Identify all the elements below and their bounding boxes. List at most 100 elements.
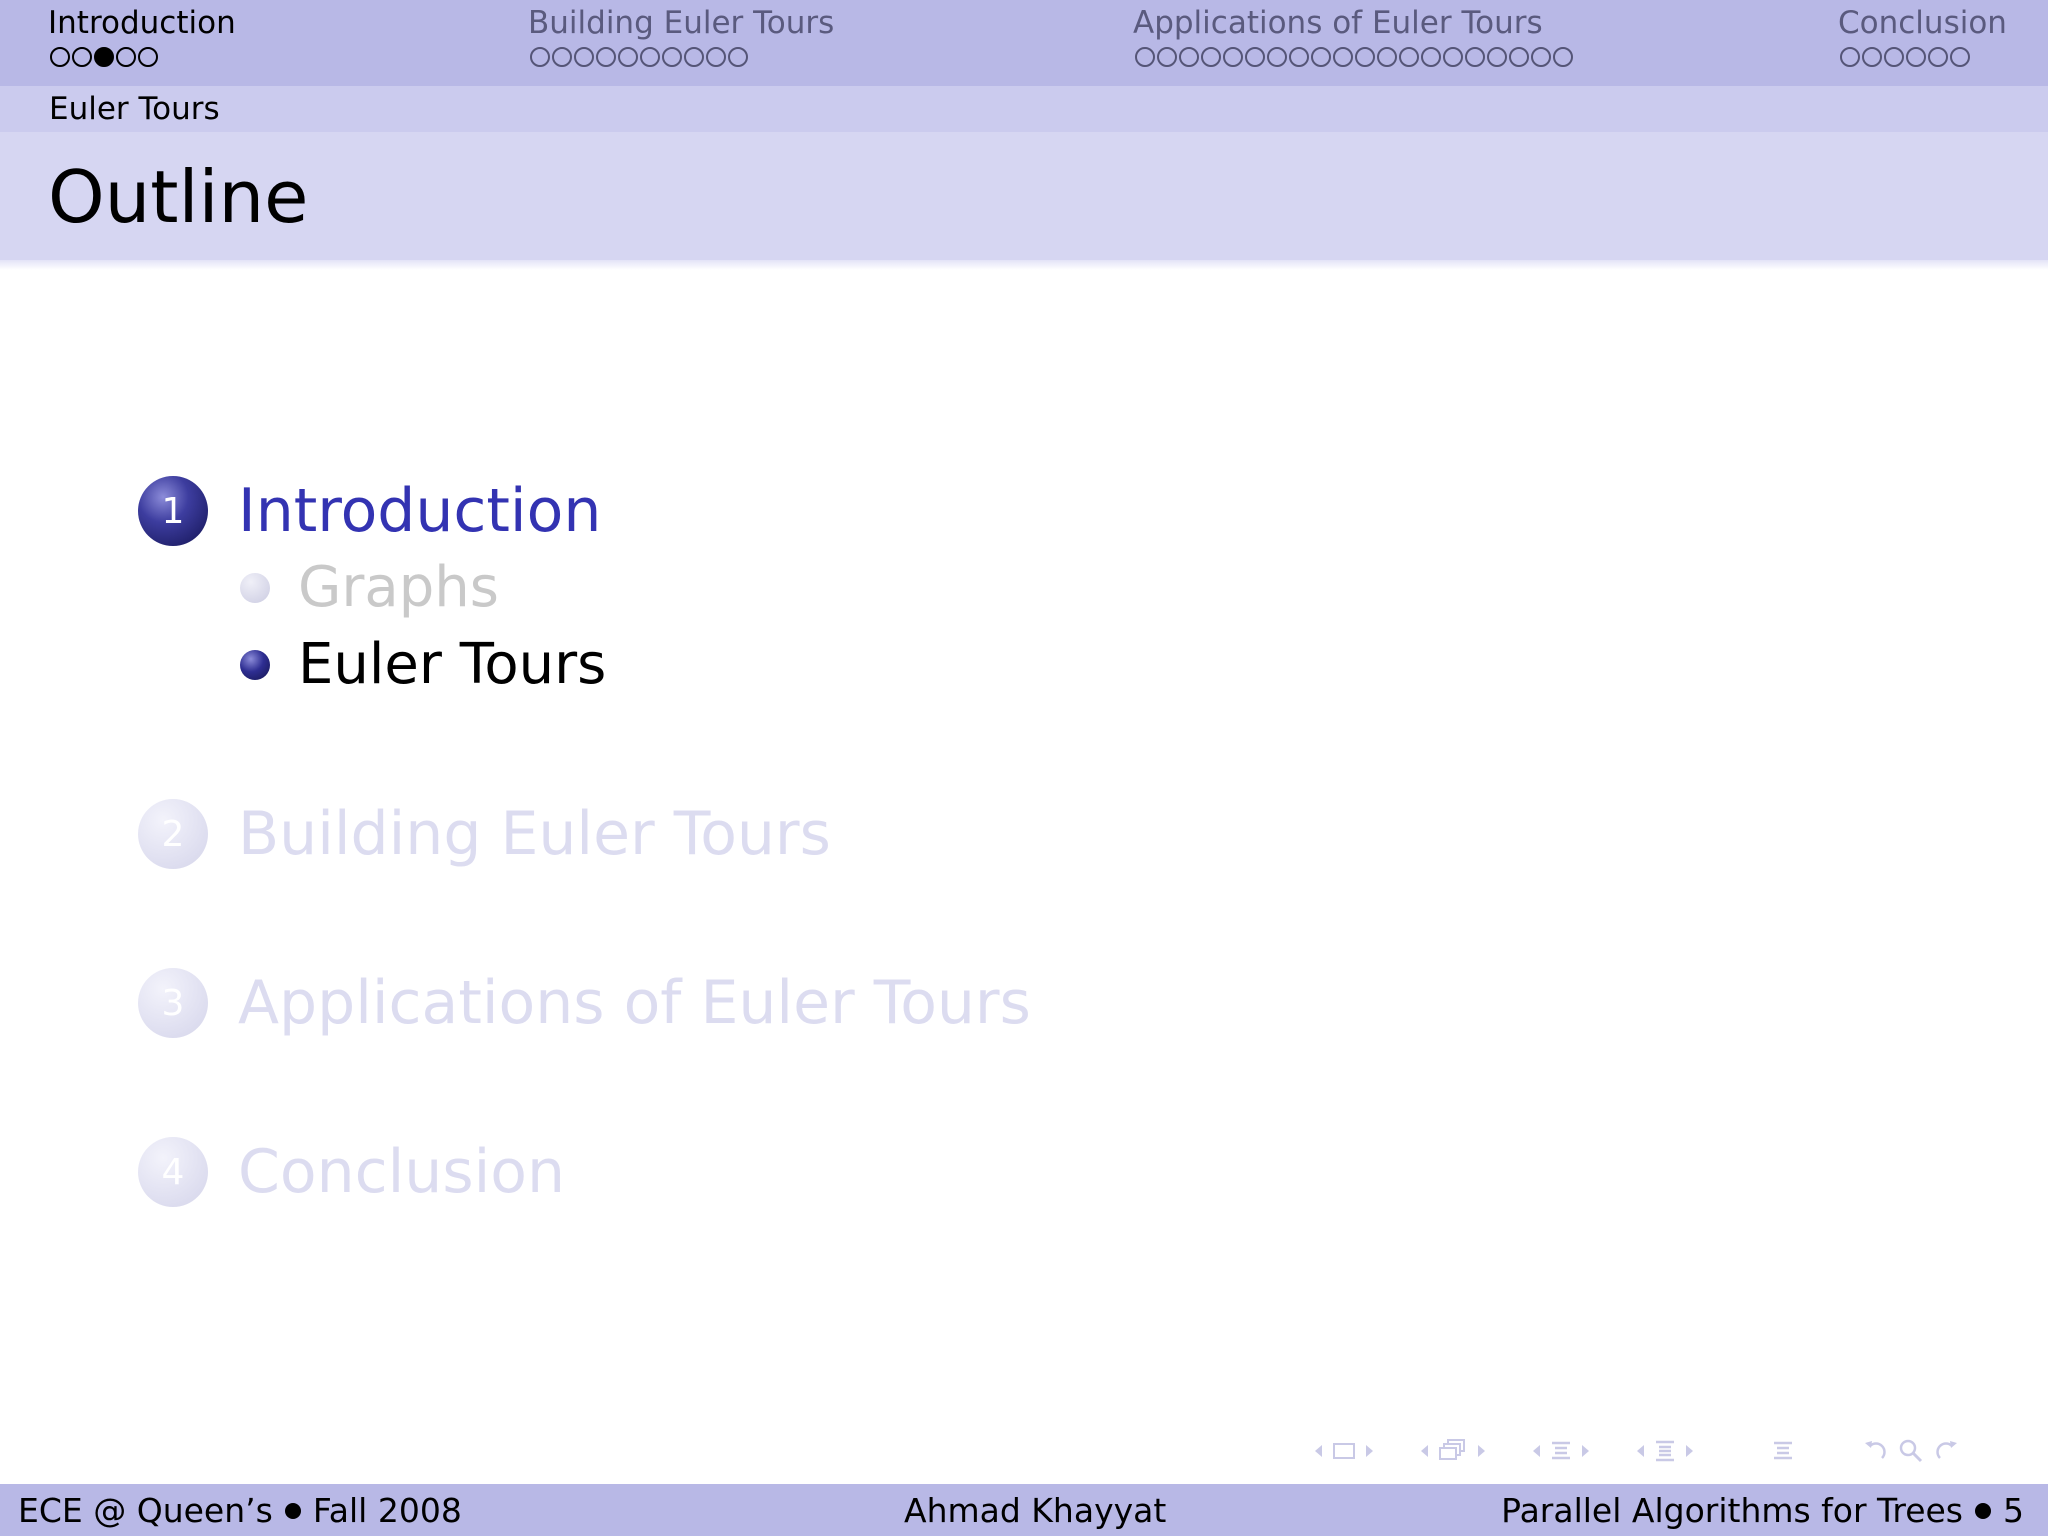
frame-dot[interactable] xyxy=(596,47,616,67)
right-arrow-icon[interactable] xyxy=(1684,1443,1696,1459)
frame-dot[interactable] xyxy=(662,47,682,67)
frame-title: Outline xyxy=(48,155,309,239)
frame-dot[interactable] xyxy=(1311,47,1331,67)
current-subsection[interactable]: Euler Tours xyxy=(49,90,220,128)
section-number-ball: 3 xyxy=(138,968,208,1038)
toc-section-4[interactable]: 4 Conclusion xyxy=(138,1136,565,1208)
footer-institute: ECE @ Queen’s Fall 2008 xyxy=(18,1491,462,1531)
frame-dot[interactable] xyxy=(1950,47,1970,67)
frame-dot[interactable] xyxy=(1884,47,1904,67)
frame-dot[interactable] xyxy=(1465,47,1485,67)
frame-dot[interactable] xyxy=(1553,47,1573,67)
frame-dot[interactable] xyxy=(574,47,594,67)
frame-dot[interactable] xyxy=(1245,47,1265,67)
section-number-ball: 1 xyxy=(138,476,208,546)
section-icon[interactable] xyxy=(1550,1439,1572,1463)
frame-dot[interactable] xyxy=(50,47,70,67)
footer-title-text: Parallel Algorithms for Trees xyxy=(1501,1491,1963,1530)
subsection-bullet-icon xyxy=(240,573,270,603)
frame-dot[interactable] xyxy=(1421,47,1441,67)
section-number-ball: 2 xyxy=(138,799,208,869)
toc-subsection-label[interactable]: Graphs xyxy=(298,555,499,621)
frame-dot[interactable] xyxy=(116,47,136,67)
toc-section-label[interactable]: Introduction xyxy=(238,475,601,547)
current-frame-dot[interactable] xyxy=(94,47,114,67)
search-icon[interactable] xyxy=(1898,1438,1924,1464)
toc-section-label[interactable]: Conclusion xyxy=(238,1136,565,1208)
frame-dot[interactable] xyxy=(1355,47,1375,67)
frame-dot[interactable] xyxy=(1201,47,1221,67)
toc-subsection-euler-tours[interactable]: Euler Tours xyxy=(240,632,606,698)
outline-icon[interactable] xyxy=(1772,1439,1794,1463)
frame-dot[interactable] xyxy=(1906,47,1926,67)
frame-icon[interactable] xyxy=(1332,1441,1356,1461)
frame-dot[interactable] xyxy=(706,47,726,67)
navigation-symbols xyxy=(1312,1436,1960,1466)
toc-section-label[interactable]: Applications of Euler Tours xyxy=(238,967,1031,1039)
left-arrow-icon[interactable] xyxy=(1418,1443,1430,1459)
nav-frame-dots xyxy=(50,47,236,67)
page-number: 5 xyxy=(2003,1491,2024,1530)
frame-dot[interactable] xyxy=(1157,47,1177,67)
frame-dot[interactable] xyxy=(138,47,158,67)
frame-dot[interactable] xyxy=(1443,47,1463,67)
nav-frame-dots xyxy=(530,47,834,67)
frame-dot[interactable] xyxy=(1223,47,1243,67)
nav-section-applications[interactable]: Applications of Euler Tours xyxy=(1133,4,1573,67)
toc-section-3[interactable]: 3 Applications of Euler Tours xyxy=(138,967,1031,1039)
frame-dot[interactable] xyxy=(1267,47,1287,67)
frame-dot[interactable] xyxy=(640,47,660,67)
footline: ECE @ Queen’s Fall 2008 Ahmad Khayyat Par… xyxy=(0,1484,2048,1536)
frame-dot[interactable] xyxy=(1509,47,1529,67)
bullet-icon xyxy=(1975,1503,1991,1519)
right-arrow-icon[interactable] xyxy=(1364,1443,1376,1459)
frame-dot[interactable] xyxy=(1840,47,1860,67)
left-arrow-icon[interactable] xyxy=(1634,1443,1646,1459)
subsection-icon[interactable] xyxy=(1438,1438,1468,1464)
footer-author: Ahmad Khayyat xyxy=(904,1491,1167,1530)
frame-dot[interactable] xyxy=(1377,47,1397,67)
bullet-icon xyxy=(284,1503,301,1519)
footer-title: Parallel Algorithms for Trees 5 xyxy=(1501,1491,2024,1531)
nav-frame-dots xyxy=(1840,47,2007,67)
nav-section-title[interactable]: Building Euler Tours xyxy=(528,4,834,42)
nav-section-title[interactable]: Applications of Euler Tours xyxy=(1133,4,1573,42)
left-arrow-icon[interactable] xyxy=(1312,1443,1324,1459)
frame-dot[interactable] xyxy=(530,47,550,67)
nav-section-building-euler-tours[interactable]: Building Euler Tours xyxy=(528,4,834,67)
frame-dot[interactable] xyxy=(1399,47,1419,67)
frame-dot[interactable] xyxy=(552,47,572,67)
nav-section-introduction[interactable]: Introduction xyxy=(48,4,236,67)
nav-section-title[interactable]: Conclusion xyxy=(1838,4,2007,42)
right-arrow-icon[interactable] xyxy=(1580,1443,1592,1459)
frame-dot[interactable] xyxy=(1135,47,1155,67)
frame-dot[interactable] xyxy=(1531,47,1551,67)
toc-section-label[interactable]: Building Euler Tours xyxy=(238,798,831,870)
frame-dot[interactable] xyxy=(1862,47,1882,67)
frame-dot[interactable] xyxy=(1179,47,1199,67)
frame-dot[interactable] xyxy=(1289,47,1309,67)
toc-subsection-graphs[interactable]: Graphs xyxy=(240,555,499,621)
nav-section-conclusion[interactable]: Conclusion xyxy=(1838,4,2007,67)
frame-dot[interactable] xyxy=(618,47,638,67)
frame-title-bar: Outline xyxy=(0,132,2048,260)
title-shadow xyxy=(0,260,2048,270)
frame-dot[interactable] xyxy=(728,47,748,67)
right-arrow-icon[interactable] xyxy=(1476,1443,1488,1459)
frame-dot[interactable] xyxy=(72,47,92,67)
frame-dot[interactable] xyxy=(684,47,704,67)
nav-frame-dots xyxy=(1135,47,1573,67)
toc-subsection-label[interactable]: Euler Tours xyxy=(298,632,606,698)
frame-dot[interactable] xyxy=(1487,47,1507,67)
nav-section-title[interactable]: Introduction xyxy=(48,4,236,42)
toc-section-2[interactable]: 2 Building Euler Tours xyxy=(138,798,831,870)
left-arrow-icon[interactable] xyxy=(1530,1443,1542,1459)
toc-section-1[interactable]: 1 Introduction xyxy=(138,475,601,547)
redo-icon[interactable] xyxy=(1932,1438,1960,1464)
undo-icon[interactable] xyxy=(1862,1438,1890,1464)
headline-navigation: Introduction Building Euler Tours Applic… xyxy=(0,0,2048,86)
presentation-icon[interactable] xyxy=(1654,1439,1676,1463)
frame-dot[interactable] xyxy=(1333,47,1353,67)
subsection-bar: Euler Tours xyxy=(0,86,2048,132)
frame-dot[interactable] xyxy=(1928,47,1948,67)
